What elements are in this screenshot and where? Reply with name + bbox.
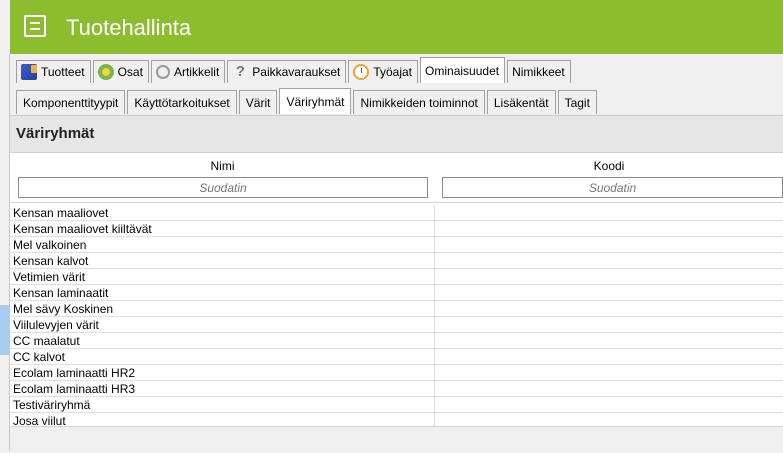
tab-label: Nimikkeet [512,65,565,79]
tab-label: Tuotteet [41,65,85,79]
tab-osat[interactable]: Osat [92,60,149,83]
cell-nimi: Kensan kalvot [13,254,89,268]
table-row[interactable]: Viilulevyjen värit [10,317,783,333]
table-row[interactable]: Kensan maaliovet [10,205,783,221]
tab-tuotteet[interactable]: Tuotteet [16,60,91,83]
tab-label: Työajat [373,65,413,79]
filter-input-nimi[interactable] [18,177,428,198]
column-header-label: Nimi [210,159,235,173]
column-header-nimi[interactable]: Nimi [10,153,436,203]
tab-artikkelit[interactable]: Artikkelit [150,60,226,83]
circle-icon [155,65,170,79]
column-header-label: Koodi [593,159,625,173]
left-panel-edge [0,54,10,451]
parts-icon [97,64,114,80]
table-row[interactable]: Ecolam laminaatti HR3 [10,381,783,397]
tab-label: Paikkavaraukset [252,65,341,79]
cell-nimi: Ecolam laminaatti HR2 [13,366,136,380]
subtab-kayttotarkoitukset[interactable]: Käyttötarkoitukset [127,90,237,114]
cell-nimi: CC kalvot [13,350,66,364]
main-tab-bar: Tuotteet Osat Artikkelit ? Paikkavarauks… [16,57,573,84]
cell-nimi: Testiväriryhmä [13,398,91,412]
cell-nimi: Mel valkoinen [13,238,87,252]
table-row[interactable]: Testiväriryhmä [10,397,783,413]
column-header-koodi[interactable]: Koodi [435,153,783,203]
cell-nimi: Ecolam laminaatti HR3 [13,382,136,396]
cell-nimi: Kensan maaliovet kiiltävät [13,222,152,236]
tab-label: Osat [117,65,143,79]
subtab-komponenttityypit[interactable]: Komponenttityypit [16,90,126,114]
table-body: Kensan maaliovet Kensan maaliovet kiiltä… [10,205,783,429]
subtab-lisakentat[interactable]: Lisäkentät [486,90,556,114]
content-panel: Väriryhmät Nimi Koodi Kensan maaliovet K… [10,115,783,453]
tab-ominaisuudet[interactable]: Ominaisuudet [420,57,506,83]
section-title: Väriryhmät [16,125,95,142]
table-row[interactable]: CC kalvot [10,349,783,365]
table-row[interactable]: Kensan laminaatit [10,285,783,301]
subtab-tagit[interactable]: Tagit [557,90,597,114]
table-row[interactable]: Vetimien värit [10,269,783,285]
box-icon [21,64,37,80]
app-title-bar: Tuotehallinta [10,0,783,54]
table-row[interactable]: Ecolam laminaatti HR2 [10,365,783,381]
cell-nimi: Vetimien värit [13,270,86,284]
cell-nimi: Kensan maaliovet [13,206,109,220]
cell-nimi: Kensan laminaatit [13,286,109,300]
section-header: Väriryhmät [10,116,783,153]
tab-paikkavaraukset[interactable]: ? Paikkavaraukset [227,60,347,83]
table-row[interactable]: Kensan maaliovet kiiltävät [10,221,783,237]
sub-tab-bar: Komponenttityypit Käyttötarkoitukset Vär… [16,88,599,114]
question-icon: ? [235,63,245,80]
stopwatch-icon [353,64,370,80]
table-row[interactable]: Mel valkoinen [10,237,783,253]
cell-nimi: Mel sävy Koskinen [13,302,114,316]
left-panel-splitter[interactable] [0,305,10,355]
clipboard-list-icon [24,15,46,37]
subtab-nimikkeiden-toiminnot[interactable]: Nimikkeiden toiminnot [353,90,485,114]
table-row[interactable]: CC maalatut [10,333,783,349]
tab-nimikkeet[interactable]: Nimikkeet [507,60,571,83]
subtab-variryhmat[interactable]: Väriryhmät [279,88,352,114]
table-row[interactable]: Mel sävy Koskinen [10,301,783,317]
cell-nimi: Viilulevyjen värit [13,318,99,332]
tab-label: Artikkelit [173,65,220,79]
table-row[interactable]: Kensan kalvot [10,253,783,269]
app-title: Tuotehallinta [66,15,192,40]
filter-input-koodi[interactable] [442,177,783,198]
grid-footer [10,426,783,453]
cell-nimi: CC maalatut [13,334,80,348]
subtab-varit[interactable]: Värit [238,90,278,114]
tab-label: Ominaisuudet [425,63,500,78]
tab-tyoajat[interactable]: Työajat [348,60,419,83]
